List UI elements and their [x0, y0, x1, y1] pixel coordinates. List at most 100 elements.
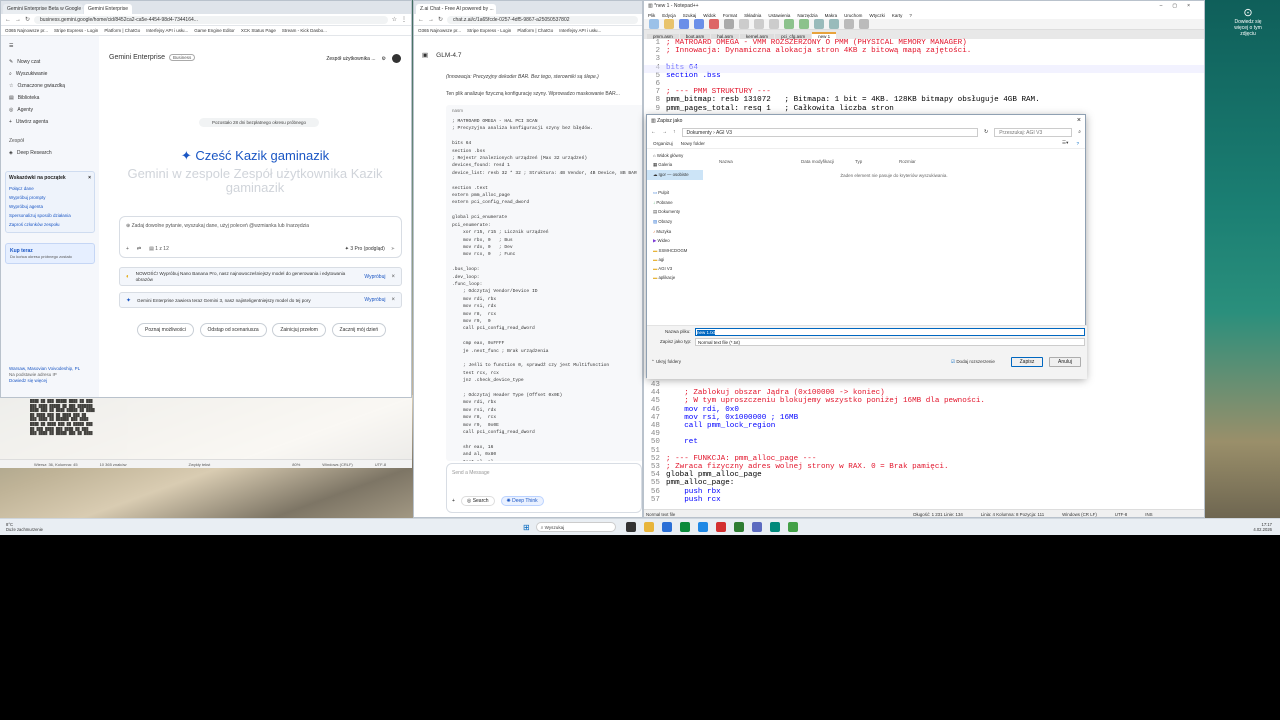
nav-library[interactable]: ▤ Biblioteka: [5, 92, 95, 104]
help-icon[interactable]: ?: [1076, 141, 1079, 146]
tab-gemini-enterprise[interactable]: Gemini Enterprise: [84, 4, 133, 14]
column-header[interactable]: Nazwa: [709, 159, 801, 164]
browser-icon[interactable]: [697, 522, 708, 532]
redo-icon[interactable]: [799, 19, 809, 29]
tree-item[interactable]: ▭ Pulpit: [647, 188, 703, 198]
tab-zai[interactable]: Z.ai Chat - Free AI powered by ...: [416, 4, 496, 14]
editor-bottom[interactable]: 43 44 ; Zablokuj obszar Jądra (0x100000 -…: [644, 381, 1204, 508]
back-icon[interactable]: ←: [418, 17, 424, 23]
avatar[interactable]: [392, 54, 401, 63]
menu-item[interactable]: Szukaj: [683, 13, 697, 18]
undo-icon[interactable]: [784, 19, 794, 29]
search-icon[interactable]: ⌕: [1078, 129, 1081, 135]
url-field[interactable]: business.gemini.google/home/cid/8452ca2-…: [34, 15, 388, 24]
save-button[interactable]: Zapisz: [1011, 357, 1043, 367]
save-icon[interactable]: [679, 19, 689, 29]
replace-icon[interactable]: [829, 19, 839, 29]
bookmark[interactable]: Stripe Express - Login: [54, 28, 98, 33]
close-icon[interactable]: ×: [391, 297, 395, 303]
tree-item[interactable]: ▤ Dokumenty: [647, 207, 703, 217]
app-icon[interactable]: [751, 522, 762, 532]
copy-icon[interactable]: [754, 19, 764, 29]
send-icon[interactable]: ➤: [391, 246, 395, 252]
model-selector[interactable]: GLM-4.7: [436, 52, 461, 59]
prompt-input[interactable]: Zadaj dowolne pytanie, wyszukaj dane, uż…: [132, 223, 309, 229]
bookmark[interactable]: O365 Najnowsze pr...: [5, 28, 48, 33]
team-selector[interactable]: Zespół użytkownika ...: [326, 56, 375, 62]
new-file-icon[interactable]: [649, 19, 659, 29]
menu-item[interactable]: Plik: [648, 13, 655, 18]
menu-item[interactable]: Wtyczki: [869, 13, 885, 18]
menu-item[interactable]: Uruchom: [844, 13, 862, 18]
tree-item[interactable]: ▬ aplikacje: [647, 273, 703, 282]
buy-now-card[interactable]: Kup teraz Do końca okresu próbnego zosta…: [5, 243, 95, 264]
find-icon[interactable]: [814, 19, 824, 29]
hide-folders-toggle[interactable]: ⌃ Ukryj foldery: [651, 359, 681, 365]
forward-icon[interactable]: →: [15, 17, 21, 23]
menu-item[interactable]: Widok: [703, 13, 716, 18]
column-header[interactable]: Rozmiar: [899, 159, 916, 164]
zoom-out-icon[interactable]: [859, 19, 869, 29]
tree-item[interactable]: ▬ SSMHCDOGM: [647, 246, 703, 255]
tree-item[interactable]: ☁ Igor — osobiste: [647, 170, 703, 180]
save-all-icon[interactable]: [694, 19, 704, 29]
close-icon[interactable]: ×: [88, 175, 91, 181]
bookmark[interactable]: Game Engine Editor: [194, 28, 235, 33]
tree-item[interactable]: ▨ Obrazy: [647, 217, 703, 227]
settings-icon[interactable]: ⚙: [382, 56, 386, 62]
brave-icon[interactable]: [715, 522, 726, 532]
back-icon[interactable]: ←: [5, 17, 11, 23]
taskbar-search[interactable]: ⌕ Wyszukaj: [535, 522, 616, 532]
reload-icon[interactable]: ↻: [438, 17, 443, 23]
forward-icon[interactable]: →: [662, 129, 667, 135]
reload-icon[interactable]: ↻: [25, 17, 30, 23]
chat-input[interactable]: Send a Message: [452, 470, 490, 476]
start-icon[interactable]: ⊞: [523, 523, 530, 532]
nav-deep-research[interactable]: ◈ Deep Research: [5, 147, 95, 159]
tune-icon[interactable]: ⇄: [137, 246, 141, 252]
search-field[interactable]: Przeszukaj: AGI V3: [994, 127, 1073, 137]
chip-breakthrough[interactable]: Zainicjuj przełom: [272, 323, 326, 337]
app-icon[interactable]: [787, 522, 798, 532]
bookmark[interactable]: XCK Status Page: [241, 28, 276, 33]
wallpaper-info[interactable]: ⊙ Dowiedz się więcej o tym zdjęciu: [1230, 6, 1266, 37]
tree-item[interactable]: ▶ Wideo: [647, 236, 703, 246]
menu-icon[interactable]: ⋮: [401, 17, 407, 23]
chip-explore[interactable]: Poznaj możliwości: [137, 323, 194, 337]
chip-start-day[interactable]: Zacznij mój dzień: [331, 323, 387, 337]
cut-icon[interactable]: [739, 19, 749, 29]
bookmark[interactable]: Platform | ChatGo: [104, 28, 140, 33]
menu-item[interactable]: Format: [723, 13, 737, 18]
bookmark[interactable]: Stream - Kick Dasbo...: [282, 28, 327, 33]
menu-item[interactable]: Składnia: [744, 13, 761, 18]
organize-button[interactable]: Organizuj: [653, 141, 673, 146]
window-controls[interactable]: –▢×: [1160, 3, 1204, 9]
try-button[interactable]: Wypróbuj: [364, 297, 385, 303]
tip-item[interactable]: Spersonalizuj sposób działania: [9, 211, 91, 220]
nav-search[interactable]: ⌕ Wyszukiwanie: [5, 68, 95, 80]
model-selector[interactable]: ✦ 3 Pro (podgląd): [345, 246, 385, 252]
add-icon[interactable]: +: [452, 498, 455, 504]
nav-agents[interactable]: ◎ Agenty: [5, 104, 95, 116]
nav-new-chat[interactable]: ✎ Nowy czat: [5, 56, 95, 68]
chip-script[interactable]: Odstąp od scenariusza: [199, 323, 267, 337]
store-icon[interactable]: [661, 522, 672, 532]
bookmark[interactable]: Platform | ChatGo: [517, 28, 553, 33]
bookmark[interactable]: Interfejsy API i usłu...: [559, 28, 601, 33]
tip-item[interactable]: Wypróbuj agenta: [9, 202, 91, 211]
file-type-select[interactable]: Normal text file (*.txt): [695, 338, 1085, 346]
close-icon[interactable]: ×: [1077, 117, 1081, 124]
tree-item[interactable]: ▬ AGI V3: [647, 264, 703, 273]
menu-item[interactable]: Edycja: [662, 13, 676, 18]
new-folder-button[interactable]: Nowy folder: [681, 141, 705, 146]
menu-item[interactable]: ?: [909, 13, 912, 18]
zoom-in-icon[interactable]: [844, 19, 854, 29]
notepadpp-icon[interactable]: [733, 522, 744, 532]
print-icon[interactable]: [724, 19, 734, 29]
sidebar-toggle-icon[interactable]: ▣: [422, 51, 428, 59]
try-button[interactable]: Wypróbuj: [364, 274, 385, 280]
nav-starred[interactable]: ☆ Oznaczone gwiazdką: [5, 80, 95, 92]
menu-item[interactable]: Narzędzia: [797, 13, 817, 18]
menu-item[interactable]: Makra: [825, 13, 838, 18]
column-header[interactable]: Data modyfikacji: [801, 159, 855, 164]
